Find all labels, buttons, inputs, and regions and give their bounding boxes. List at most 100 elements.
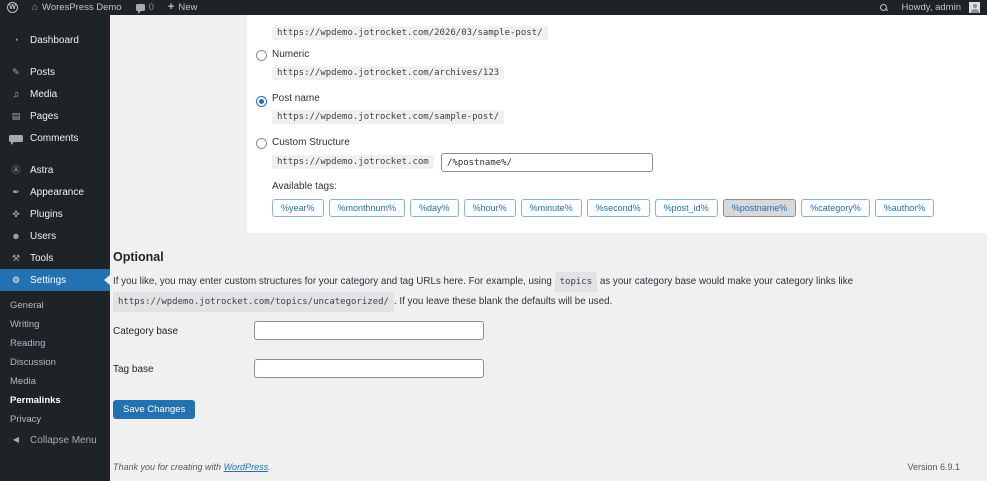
footer-thanks-text: Thank you for creating with [113,462,224,472]
topics-code: topics [554,272,598,292]
post-name-label[interactable]: Post name [272,93,320,104]
sidebar-item-users[interactable]: ☻ Users [0,225,110,247]
sidebar-item-plugins[interactable]: ✜ Plugins [0,203,110,225]
optional-heading: Optional [113,250,164,264]
settings-permalinks-page: https://wpdemo.jotrocket.com/2026/03/sam… [110,15,987,481]
collapse-icon: ◀ [12,435,20,444]
category-base-label: Category base [113,326,179,337]
optional-description-part1: If you like, you may enter custom struct… [113,276,555,287]
footer-period: . [268,462,271,472]
sidebar-item-label: Plugins [30,208,63,220]
tag-base-label: Tag base [113,364,154,375]
sidebar-item-appearance[interactable]: ✒ Appearance [0,181,110,203]
numeric-radio[interactable] [256,50,267,61]
sidebar-menu-top: ◔ Dashboard ✎ Posts ♫ Media ▤ Pages Comm… [0,29,110,269]
submenu-item-reading[interactable]: Reading [0,334,110,353]
sidebar-item-settings[interactable]: ⚙ Settings [0,269,110,291]
tag-button-minute[interactable]: %minute% [520,199,582,217]
sidebar-item-tools[interactable]: ⚒ Tools [0,247,110,269]
new-label: New [178,2,198,13]
admin-sidebar-menu: ◔ Dashboard ✎ Posts ♫ Media ▤ Pages Comm… [0,15,110,481]
tag-button-postname[interactable]: %postname% [722,199,797,217]
users-icon: ☻ [11,230,21,241]
tag-base-input[interactable] [254,359,484,378]
new-content-menu[interactable]: + New [161,0,204,15]
plus-icon: + [167,1,175,13]
optional-description-part2: as your category base would make your ca… [597,276,854,287]
submenu-item-label: Writing [10,319,40,330]
submenu-item-label: Media [10,376,36,387]
sidebar-item-label: Dashboard [30,34,79,46]
post-name-radio[interactable] [256,96,267,107]
category-url-code: https://wpdemo.jotrocket.com/topics/unca… [113,292,394,312]
tag-button-hour[interactable]: %hour% [463,199,516,217]
tag-button-year[interactable]: %year% [272,199,324,217]
submenu-item-label: Discussion [10,357,56,368]
site-name-menu[interactable]: ⌂ WoresPress Demo [25,0,129,15]
sidebar-item-posts[interactable]: ✎ Posts [0,61,110,83]
submenu-item-discussion[interactable]: Discussion [0,353,110,372]
sidebar-item-label: Users [30,230,57,242]
sidebar-item-label: Appearance [30,186,84,198]
howdy-label: Howdy, admin [901,2,962,13]
user-avatar [969,2,980,13]
submenu-item-general[interactable]: General [0,296,110,315]
custom-structure-input[interactable] [441,153,653,172]
post-name-url-example: https://wpdemo.jotrocket.com/sample-post… [272,110,505,124]
search-menu[interactable] [873,0,895,15]
sidebar-item-label: Media [30,88,58,100]
appearance-icon: ✒ [12,186,20,197]
pages-icon: ▤ [11,110,21,121]
sidebar-item-comments[interactable]: Comments [0,127,110,149]
posts-icon: ✎ [12,66,20,77]
sidebar-item-label: Pages [30,110,59,122]
sidebar-item-label: Settings [30,274,67,286]
tag-button-second[interactable]: %second% [586,199,650,217]
my-account-menu[interactable]: Howdy, admin [895,0,987,15]
tag-button-category[interactable]: %category% [801,199,870,217]
wordpress-link[interactable]: WordPress [224,462,269,472]
custom-structure-prefix: https://wpdemo.jotrocket.com [272,155,434,169]
tag-button-post-id[interactable]: %post_id% [654,199,718,217]
available-tags-label: Available tags: [272,181,337,192]
custom-structure-label[interactable]: Custom Structure [272,137,350,148]
collapse-menu-button[interactable]: ◀ Collapse Menu [0,430,110,450]
submenu-item-label: Reading [10,338,46,349]
submenu-item-permalinks[interactable]: Permalinks [0,391,110,410]
sidebar-item-pages[interactable]: ▤ Pages [0,105,110,127]
collapse-menu-label: Collapse Menu [30,434,97,446]
custom-structure-radio[interactable] [256,138,267,149]
numeric-label[interactable]: Numeric [272,49,309,60]
home-icon: ⌂ [32,1,39,13]
settings-gear-icon: ⚙ [11,274,21,285]
submenu-item-writing[interactable]: Writing [0,315,110,334]
numeric-url-example: https://wpdemo.jotrocket.com/archives/12… [272,66,505,80]
tag-button-monthnum[interactable]: %monthnum% [328,199,406,217]
settings-submenu: General Writing Reading Discussion Media… [0,291,110,429]
media-icon: ♫ [12,88,20,99]
submenu-item-media[interactable]: Media [0,372,110,391]
comments-count: 0 [148,2,154,13]
optional-description: If you like, you may enter custom struct… [113,272,893,312]
sidebar-item-astra[interactable]: Ⓐ Astra [0,159,110,181]
tag-button-author[interactable]: %author% [874,199,935,217]
site-name-label: WoresPress Demo [42,2,122,13]
tag-button-day[interactable]: %day% [410,199,459,217]
footer-thanks: Thank you for creating with WordPress. [113,462,271,472]
month-name-url-example: https://wpdemo.jotrocket.com/2026/03/sam… [272,26,548,40]
wordpress-logo-menu[interactable]: W [0,0,25,15]
submenu-item-label: General [10,300,44,311]
sidebar-item-media[interactable]: ♫ Media [0,83,110,105]
sidebar-item-label: Tools [30,252,54,264]
save-changes-button[interactable]: Save Changes [113,400,196,419]
search-icon [879,3,888,12]
sidebar-item-label: Posts [30,66,56,78]
submenu-item-label: Privacy [10,414,42,425]
comments-menu[interactable]: 0 [129,0,161,15]
submenu-item-privacy[interactable]: Privacy [0,410,110,429]
available-tags-row: %year% %monthnum% %day% %hour% %minute% %seco… [272,199,935,217]
plugins-icon: ✜ [12,208,20,219]
footer-version: Version 6.9.1 [907,462,960,472]
sidebar-item-dashboard[interactable]: ◔ Dashboard [0,29,110,51]
category-base-input[interactable] [254,321,484,340]
